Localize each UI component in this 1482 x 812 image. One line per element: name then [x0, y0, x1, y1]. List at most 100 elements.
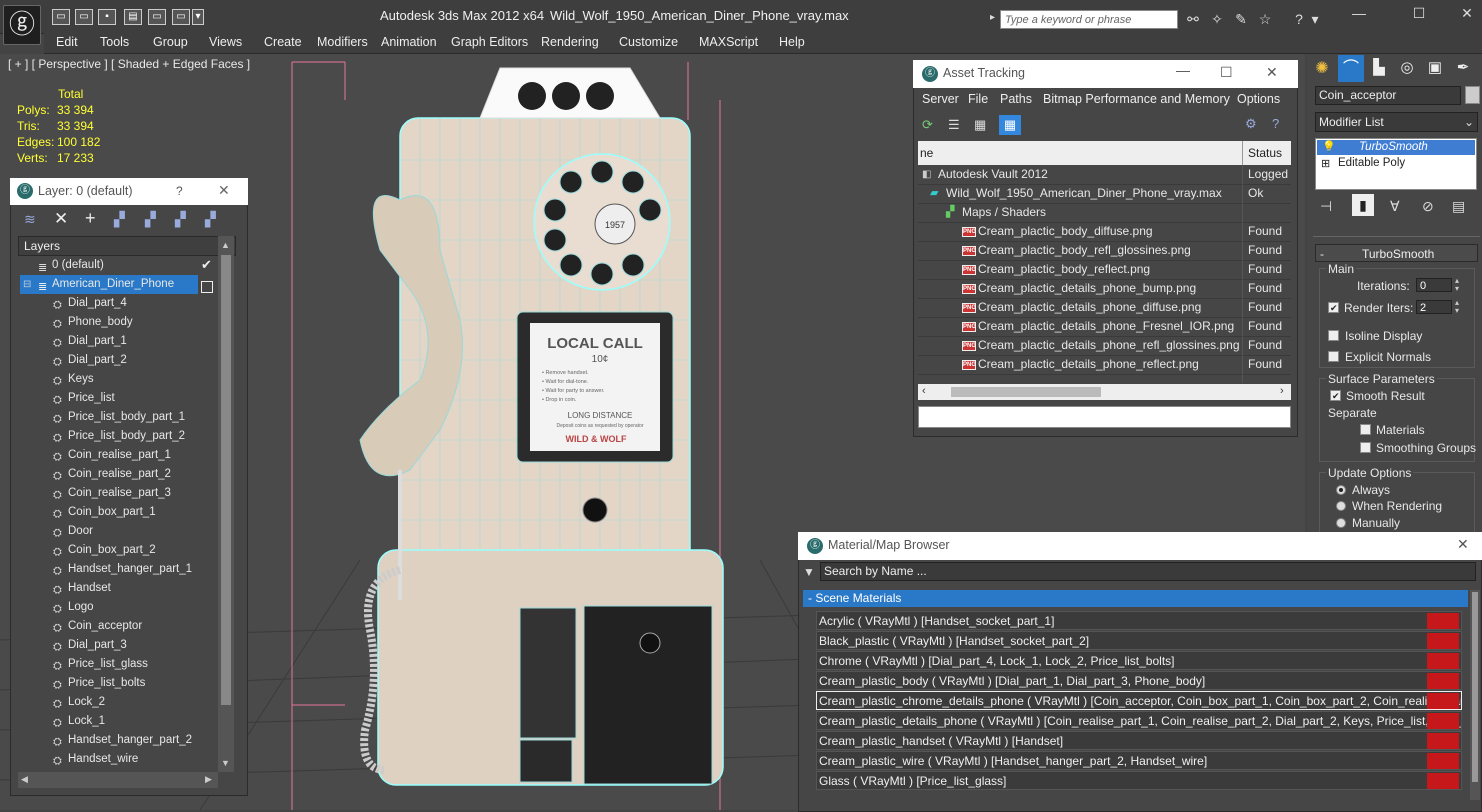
app-logo-icon[interactable]: ⓖ [3, 5, 41, 45]
asset-scroll-left-icon[interactable]: ‹ [922, 385, 926, 397]
layer-object-row[interactable]: ⛭ Dial_part_4 [20, 294, 216, 313]
save-file-icon[interactable]: ▪ [98, 9, 116, 25]
modifier-list-dropdown[interactable]: Modifier List [1315, 112, 1478, 132]
scene-materials-group[interactable]: - Scene Materials [803, 590, 1468, 607]
asset-row[interactable]: PNG Cream_plactic_details_phone_refl_glos… [918, 336, 1291, 356]
modify-tab-icon[interactable]: ⌒ [1338, 55, 1364, 82]
asset-path-field[interactable] [918, 406, 1291, 428]
layer-add-icon[interactable]: + [85, 208, 96, 229]
layer-object-row[interactable]: ⛭ Lock_1 [20, 712, 216, 731]
update-manually-radio[interactable] [1336, 518, 1346, 528]
asset-refresh-icon[interactable]: ⟳ [922, 117, 933, 133]
layer-highlight-icon[interactable]: ▞ [145, 211, 156, 228]
layer-object-row[interactable]: ⛭ Price_list_glass [20, 655, 216, 674]
render-iters-spinner[interactable]: 2 [1416, 300, 1452, 314]
layer-object-row[interactable]: ⛭ Keys [20, 370, 216, 389]
menu-maxscript[interactable]: MAXScript [699, 35, 758, 49]
undo-icon[interactable]: ▤ [124, 9, 142, 25]
layer-help-icon[interactable]: ? [176, 184, 183, 198]
layer-scroll-down-icon[interactable]: ▼ [221, 758, 230, 768]
material-row[interactable]: Glass ( VRayMtl ) [Price_list_glass] [816, 771, 1462, 790]
motion-tab-icon[interactable]: ◎ [1396, 58, 1418, 80]
menu-group[interactable]: Group [153, 35, 188, 49]
menu-rendering[interactable]: Rendering [541, 35, 599, 49]
hierarchy-tab-icon[interactable]: ▙ [1368, 58, 1390, 80]
layer-american-diner-phone[interactable]: ⊟ ≣ American_Diner_Phone [20, 275, 198, 294]
menu-views[interactable]: Views [209, 35, 242, 49]
layer-scroll-up-icon[interactable]: ▲ [221, 240, 230, 250]
layer-object-row[interactable]: ⛭ Coin_box_part_2 [20, 541, 216, 560]
layer-delete-icon[interactable]: ✕ [54, 209, 68, 229]
explicit-normals-checkbox[interactable] [1328, 351, 1339, 362]
layer-object-row[interactable]: ⛭ Dial_part_3 [20, 636, 216, 655]
layer-object-row[interactable]: ⛭ Handset_wire [20, 750, 216, 769]
material-row[interactable]: Cream_plastic_details_phone ( VRayMtl ) … [816, 711, 1462, 730]
materials-checkbox[interactable] [1360, 424, 1371, 435]
asset-menu-paths[interactable]: Paths [1000, 92, 1032, 106]
material-row[interactable]: Cream_plastic_wire ( VRayMtl ) [Handset_… [816, 751, 1462, 770]
menu-help[interactable]: Help [779, 35, 805, 49]
material-search-input[interactable]: Search by Name ... [820, 562, 1476, 581]
show-end-result-icon[interactable]: ▮ [1352, 194, 1374, 216]
asset-list-icon[interactable]: ☰ [948, 117, 960, 133]
asset-table-view-icon[interactable]: ▦ [999, 115, 1021, 135]
new-file-icon[interactable]: ▭ [52, 9, 70, 25]
material-scroll-thumb[interactable] [1472, 592, 1478, 782]
asset-row[interactable]: PNG Cream_plactic_body_refl_glossines.png… [918, 241, 1291, 261]
layer-object-row[interactable]: ⛭ Price_list [20, 389, 216, 408]
minimize-icon[interactable]: — [1344, 5, 1374, 21]
close-icon[interactable]: ✕ [1452, 5, 1482, 22]
layer-object-row[interactable]: ⛭ Dial_part_2 [20, 351, 216, 370]
material-browser-options-icon[interactable]: ▼ [803, 565, 815, 579]
layer-object-row[interactable]: ⛭ Dial_part_1 [20, 332, 216, 351]
asset-row[interactable]: PNG Cream_plactic_details_phone_bump.png F… [918, 279, 1291, 299]
layer-hide-icon[interactable]: ▞ [175, 211, 186, 228]
asset-help-icon[interactable]: ? [1272, 116, 1279, 131]
update-always-radio[interactable] [1336, 485, 1346, 495]
layer-object-row[interactable]: ⛭ Coin_box_part_1 [20, 503, 216, 522]
material-row[interactable]: Acrylic ( VRayMtl ) [Handset_socket_part… [816, 611, 1462, 630]
asset-menu-file[interactable]: File [968, 92, 988, 106]
menu-create[interactable]: Create [264, 35, 302, 49]
menu-animation[interactable]: Animation [381, 35, 437, 49]
asset-detail-icon[interactable]: ▦ [974, 117, 986, 133]
material-row[interactable]: Chrome ( VRayMtl ) [Dial_part_4, Lock_1,… [816, 651, 1462, 670]
maximize-icon[interactable]: ☐ [1404, 5, 1434, 22]
smoothing-groups-checkbox[interactable] [1360, 442, 1371, 453]
asset-row[interactable]: PNG Cream_plactic_body_diffuse.png Found [918, 222, 1291, 242]
object-color-swatch[interactable] [1465, 86, 1480, 104]
object-name-field[interactable]: Coin_acceptor [1315, 86, 1461, 105]
material-browser-close-icon[interactable]: ✕ [1457, 536, 1469, 553]
binoculars-icon[interactable]: ⚯ [1184, 10, 1202, 28]
display-tab-icon[interactable]: ▣ [1424, 58, 1446, 80]
asset-row[interactable]: PNG Cream_plactic_details_phone_Fresnel_I… [918, 317, 1291, 337]
asset-row[interactable]: ▞ Maps / Shaders [918, 203, 1291, 223]
create-tab-icon[interactable]: ✺ [1311, 58, 1333, 80]
layer-scroll-thumb[interactable] [221, 255, 231, 705]
render-iters-checkbox[interactable] [1328, 302, 1339, 313]
asset-scroll-thumb[interactable] [951, 387, 1101, 397]
menu-modifiers[interactable]: Modifiers [317, 35, 368, 49]
layer-object-row[interactable]: ⛭ Handset [20, 579, 216, 598]
asset-menu-server[interactable]: Server [922, 92, 959, 106]
quick-access-dropdown-icon[interactable]: ▾ [192, 9, 204, 25]
layer-object-row[interactable]: ⛭ Logo [20, 598, 216, 617]
layer-object-row[interactable]: ⛭ Price_list_body_part_1 [20, 408, 216, 427]
layer-object-row[interactable]: ⛭ Phone_body [20, 313, 216, 332]
asset-col-status[interactable]: Status [1248, 146, 1282, 160]
asset-minimize-icon[interactable]: — [1176, 62, 1190, 78]
layer-object-row[interactable]: ⛭ Handset_hanger_part_2 [20, 731, 216, 750]
layer-default[interactable]: ≣ 0 (default) [20, 256, 216, 275]
layer-select-icon[interactable]: ▞ [114, 211, 125, 228]
layer-active-box-icon[interactable] [201, 281, 213, 293]
asset-scroll-right-icon[interactable]: › [1280, 385, 1284, 397]
iterations-spinner[interactable]: 0 [1416, 278, 1452, 292]
open-file-icon[interactable]: ▭ [75, 9, 93, 25]
layer-hscrollbar[interactable] [18, 772, 218, 788]
redo-icon[interactable]: ▭ [148, 9, 166, 25]
layer-collapse-icon[interactable]: ⊟ [23, 275, 31, 294]
menu-edit[interactable]: Edit [56, 35, 78, 49]
search-expand-icon[interactable]: ▸ [990, 12, 995, 23]
layer-close-icon[interactable]: ✕ [218, 182, 230, 199]
help-dropdown-icon[interactable]: ▾ [1310, 10, 1320, 28]
